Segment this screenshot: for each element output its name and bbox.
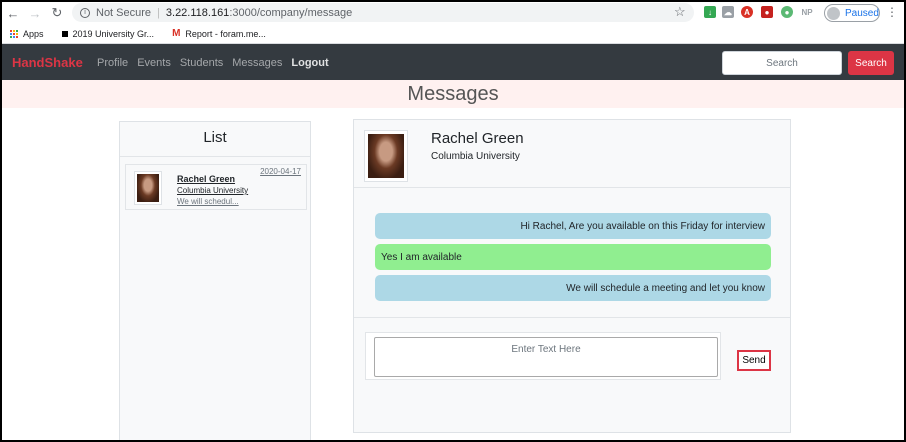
bookmark-label: Apps — [23, 28, 44, 39]
profile-button[interactable]: Paused — [824, 4, 880, 22]
extension-green-icon[interactable]: ● — [781, 6, 793, 18]
message-text: Yes I am available — [381, 251, 462, 263]
message-input[interactable]: Enter Text Here — [374, 337, 718, 377]
portrait-image — [137, 174, 159, 202]
send-button[interactable]: Send — [737, 350, 771, 371]
message-preview[interactable]: We will schedul... — [177, 197, 239, 206]
bookmark-apps[interactable]: Apps — [10, 29, 44, 39]
list-item[interactable]: Rachel Green Columbia University We will… — [125, 164, 307, 210]
portrait-image — [368, 134, 404, 178]
profile-avatar-icon — [827, 6, 840, 20]
browser-window: ← → ↻ i Not Secure | 3.22.118.161 :3000/… — [2, 2, 904, 440]
message-text: Hi Rachel, Are you available on this Fri… — [520, 220, 765, 232]
nav-events[interactable]: Events — [137, 57, 171, 69]
conversation-name: Rachel Green — [431, 130, 524, 147]
bookmarks-bar: Apps 2019 University Gr... M Report - fo… — [2, 24, 904, 44]
browser-menu-icon[interactable]: ⋮ — [886, 5, 898, 19]
info-icon[interactable]: i — [80, 7, 90, 18]
message-text: We will schedule a meeting and let you k… — [566, 282, 765, 294]
divider — [354, 317, 790, 318]
search-input[interactable]: Search — [722, 51, 842, 75]
list-title: List — [203, 129, 227, 146]
brand-logo[interactable]: HandShake — [12, 55, 83, 70]
extension-download-icon[interactable]: ↓ — [704, 6, 716, 18]
search-button[interactable]: Search — [848, 51, 894, 75]
message-date: 2020-04-17 — [260, 167, 301, 176]
nav-messages[interactable]: Messages — [232, 57, 282, 69]
divider — [120, 156, 310, 157]
reload-icon[interactable]: ↻ — [46, 2, 68, 24]
message-bubble-received: Yes I am available — [375, 244, 771, 270]
url-host: 3.22.118.161 — [165, 6, 230, 19]
extension-record-icon[interactable]: ● — [761, 6, 773, 18]
avatar — [134, 171, 162, 205]
browser-toolbar: ← → ↻ i Not Secure | 3.22.118.161 :3000/… — [2, 2, 904, 24]
nav-links: Profile Events Students Messages Logout — [97, 57, 329, 69]
conversation-school: Columbia University — [431, 151, 520, 162]
bookmark-report[interactable]: M Report - foram.me... — [172, 28, 266, 39]
apps-grid-icon — [10, 29, 18, 38]
bookmark-label: 2019 University Gr... — [72, 28, 155, 39]
security-label: Not Secure — [96, 6, 152, 19]
address-bar[interactable]: i Not Secure | 3.22.118.161 :3000/compan… — [72, 3, 694, 22]
contact-name[interactable]: Rachel Green — [177, 174, 235, 184]
bookmark-university[interactable]: 2019 University Gr... — [61, 28, 155, 39]
extension-adblock-icon[interactable]: A — [741, 6, 753, 18]
bookmark-star-icon[interactable]: ☆ — [674, 4, 686, 20]
compose-container: Enter Text Here — [365, 332, 721, 380]
nav-logout[interactable]: Logout — [291, 57, 328, 69]
forward-arrow-icon[interactable]: → — [24, 2, 46, 24]
bookmark-label: Report - foram.me... — [185, 28, 266, 39]
contact-school[interactable]: Columbia University — [177, 186, 248, 195]
message-bubble-sent: Hi Rachel, Are you available on this Fri… — [375, 213, 771, 239]
url-path: :3000/company/message — [229, 6, 353, 19]
conversation-panel: Rachel Green Columbia University Hi Rach… — [353, 119, 791, 433]
divider — [354, 187, 790, 188]
nav-profile[interactable]: Profile — [97, 57, 128, 69]
message-bubble-sent: We will schedule a meeting and let you k… — [375, 275, 771, 301]
profile-status: Paused — [845, 7, 879, 19]
page-icon — [61, 30, 68, 37]
back-arrow-icon[interactable]: ← — [2, 2, 24, 24]
page-title: Messages — [2, 80, 904, 108]
extension-np-icon[interactable]: NP — [800, 6, 814, 18]
conversation-list-panel: List Rachel Green Columbia University We… — [119, 121, 311, 440]
gmail-icon: M — [172, 28, 181, 39]
address-separator: | — [157, 6, 160, 19]
extension-cloud-icon[interactable]: ☁ — [722, 6, 734, 18]
avatar — [364, 130, 408, 182]
app-navbar: HandShake Profile Events Students Messag… — [2, 44, 904, 80]
nav-students[interactable]: Students — [180, 57, 223, 69]
